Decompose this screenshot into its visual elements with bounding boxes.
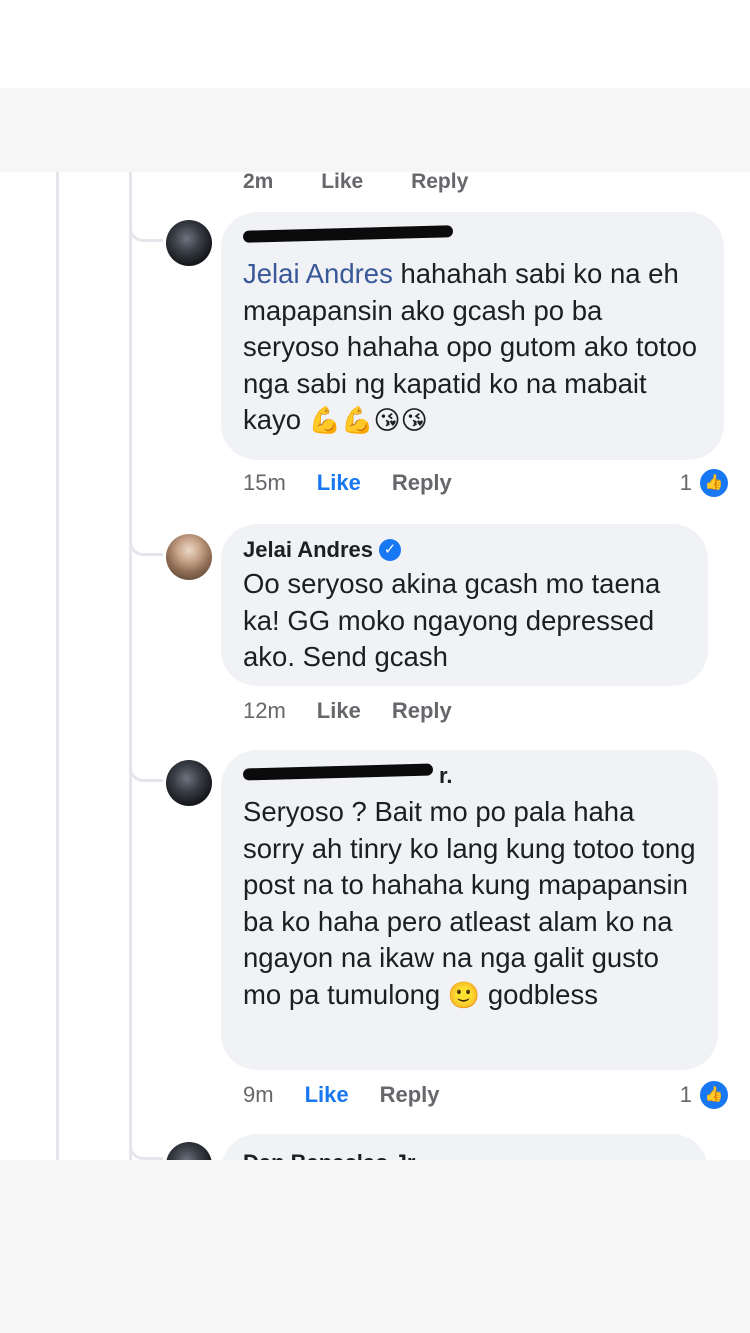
timestamp[interactable]: 9m	[243, 1082, 274, 1108]
thumbs-up-icon: 👍	[698, 467, 730, 499]
comment-author[interactable]: Jelai Andres ✓	[243, 536, 688, 564]
like-button[interactable]: Like	[305, 1082, 349, 1108]
comment-bubble: r. Seryoso ? Bait mo po pala haha sorry …	[221, 750, 718, 1070]
comment-text: Jelai Andres hahahah sabi ko na eh mapap…	[243, 258, 698, 436]
reaction-summary[interactable]: 1 👍	[680, 467, 730, 499]
reaction-summary[interactable]: 1 👍	[680, 1079, 730, 1111]
comment-actions: 12m Like Reply	[243, 698, 452, 724]
reply-connector	[129, 540, 163, 556]
thread-line-outer	[56, 172, 59, 1160]
thread-line-inner	[129, 172, 132, 1160]
reply-button[interactable]: Reply	[392, 470, 452, 496]
reaction-count: 1	[679, 470, 692, 495]
avatar[interactable]	[166, 534, 212, 580]
slightly-smiling-emoji: 🙂	[447, 980, 481, 1011]
mention-link[interactable]: Jelai Andres	[243, 258, 393, 289]
avatar[interactable]	[166, 760, 212, 806]
like-button[interactable]: Like	[321, 172, 363, 193]
comment-actions: 9m Like Reply	[243, 1082, 440, 1108]
redaction-mark	[242, 763, 434, 781]
thumbs-up-icon: 👍	[698, 1079, 730, 1111]
comment-author[interactable]: Dan Banaclao Jr.	[243, 1150, 420, 1160]
avatar[interactable]	[166, 220, 212, 266]
top-blank-area	[0, 0, 750, 172]
reply-button[interactable]: Reply	[411, 172, 468, 193]
comment-actions: 15m Like Reply	[243, 470, 452, 496]
emoji-flex-kiss: 💪💪😘😘	[308, 406, 428, 436]
comment-author[interactable]	[242, 224, 704, 252]
comment-bubble: Jelai Andres ✓ Oo seryoso akina gcash mo…	[221, 524, 708, 686]
timestamp[interactable]: 15m	[243, 470, 286, 496]
top-gray-band	[0, 88, 750, 172]
verified-check-icon: ✓	[379, 539, 402, 561]
avatar[interactable]	[166, 1142, 212, 1160]
comment-thread: 2m Like Reply Jelai Andres hahahah sabi …	[0, 172, 750, 1160]
reply-button[interactable]: Reply	[392, 698, 452, 724]
timestamp: 2m	[243, 172, 274, 193]
reply-connector	[129, 766, 163, 782]
reply-connector	[129, 1144, 163, 1160]
reaction-count: 1	[679, 1082, 692, 1107]
like-button[interactable]: Like	[317, 470, 361, 496]
comment-bubble: Jelai Andres hahahah sabi ko na eh mapap…	[221, 212, 724, 460]
timestamp[interactable]: 12m	[243, 698, 286, 724]
comment-text: Oo seryoso akina gcash mo taena ka! GG m…	[243, 568, 661, 672]
like-button[interactable]: Like	[317, 698, 361, 724]
bottom-gray-band	[0, 1160, 750, 1333]
comment-author[interactable]: r.	[242, 762, 698, 790]
previous-comment-actions: 2m Like Reply	[243, 172, 510, 194]
redaction-mark	[242, 225, 454, 243]
comment-text: Seryoso ? Bait mo po pala haha sorry ah …	[243, 796, 696, 1011]
reply-button[interactable]: Reply	[380, 1082, 440, 1108]
reply-connector	[129, 226, 163, 242]
